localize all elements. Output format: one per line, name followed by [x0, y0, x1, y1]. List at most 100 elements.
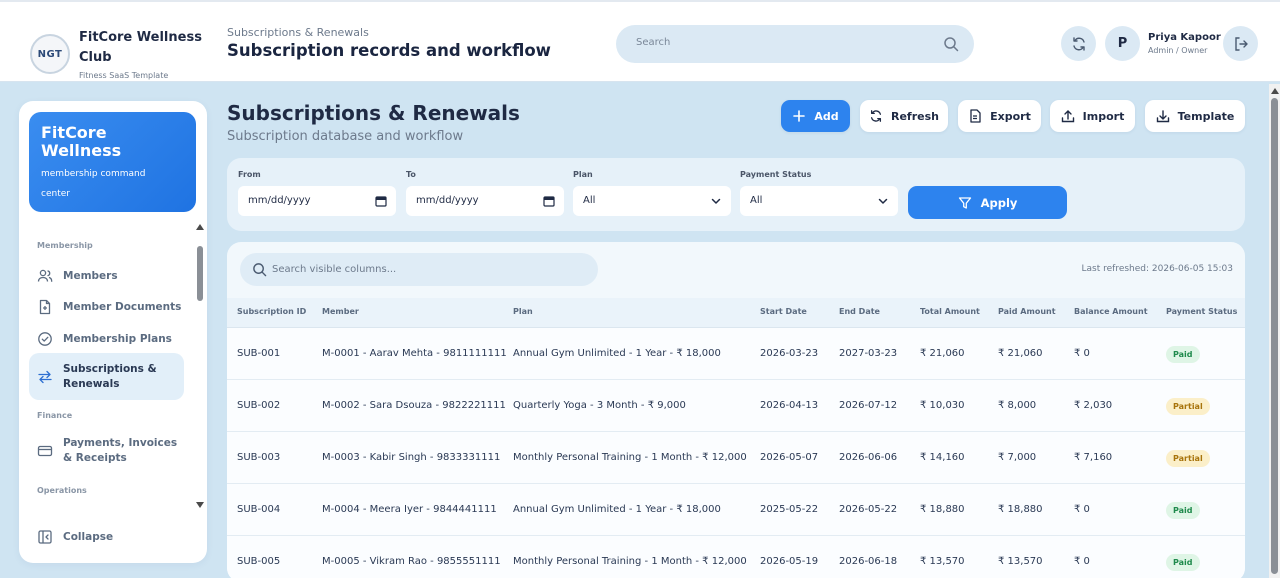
panel-subtitle: Subscription database and workflow	[227, 129, 464, 144]
refresh-icon	[1072, 36, 1085, 51]
logout-icon	[1234, 36, 1248, 51]
cell-paid-amount: ₹ 8,000	[998, 400, 1037, 411]
cell-balance-amount: ₹ 0	[1074, 556, 1090, 567]
cell-plan: Annual Gym Unlimited - 1 Year - ₹ 18,000	[513, 504, 721, 515]
cell-subscription-id: SUB-003	[237, 452, 281, 463]
column-header[interactable]: Start Date	[760, 307, 807, 316]
column-header[interactable]: Subscription ID	[237, 307, 306, 316]
cell-member: M-0002 - Sara Dsouza - 9822221111	[322, 400, 506, 411]
column-header[interactable]: End Date	[839, 307, 880, 316]
payment-status-filter-select[interactable]: All	[740, 186, 898, 216]
sync-button[interactable]	[1061, 26, 1096, 61]
cell-subscription-id: SUB-004	[237, 504, 281, 515]
cell-paid-amount: ₹ 18,880	[998, 504, 1043, 515]
column-header[interactable]: Total Amount	[920, 307, 980, 316]
column-header[interactable]: Balance Amount	[1074, 307, 1148, 316]
calendar-icon[interactable]	[375, 195, 387, 207]
sidebar-collapse-button[interactable]: Collapse	[29, 524, 184, 550]
table-row[interactable]: SUB-001 M-0001 - Aarav Mehta - 981111111…	[227, 328, 1245, 380]
sidebar-collapse-label: Collapse	[63, 530, 114, 543]
sidebar-item-label: Payments, Invoices & Receipts	[63, 437, 178, 464]
swap-arrows-icon	[38, 370, 52, 383]
cell-member: M-0004 - Meera Iyer - 9844441111	[322, 504, 497, 515]
cell-end-date: 2026-05-22	[839, 504, 898, 515]
cell-plan: Monthly Personal Training - 1 Month - ₹ …	[513, 452, 747, 463]
column-header[interactable]: Payment Status	[1166, 307, 1237, 316]
chevron-down-icon	[878, 198, 888, 204]
logout-button[interactable]	[1223, 26, 1258, 61]
table-row[interactable]: SUB-005 M-0005 - Vikram Rao - 9855551111…	[227, 536, 1245, 578]
table-row[interactable]: SUB-003 M-0003 - Kabir Singh - 983333111…	[227, 432, 1245, 484]
export-button-label: Export	[990, 109, 1031, 123]
template-button[interactable]: Template	[1145, 100, 1245, 132]
add-button[interactable]: Add	[781, 100, 850, 132]
column-header[interactable]: Paid Amount	[998, 307, 1056, 316]
column-header[interactable]: Plan	[513, 307, 533, 316]
subscriptions-table-card: Search visible columns... Last refreshed…	[227, 242, 1245, 578]
page-title: Subscription records and workflow	[227, 41, 551, 60]
cell-balance-amount: ₹ 7,160	[1074, 452, 1113, 463]
cell-subscription-id: SUB-002	[237, 400, 281, 411]
to-date-label: To	[406, 170, 416, 179]
cell-plan: Annual Gym Unlimited - 1 Year - ₹ 18,000	[513, 348, 721, 359]
page-scroll-up-arrow[interactable]	[1271, 88, 1279, 94]
sidebar-section-operations: Operations	[37, 486, 87, 495]
from-date-value: mm/dd/yyyy	[248, 195, 311, 206]
global-search-input[interactable]: Search	[616, 25, 974, 63]
table-row[interactable]: SUB-004 M-0004 - Meera Iyer - 9844441111…	[227, 484, 1245, 536]
users-icon	[37, 269, 53, 282]
cell-total-amount: ₹ 10,030	[920, 400, 965, 411]
sidebar-item-subscriptions-renewals[interactable]: Subscriptions & Renewals	[29, 353, 184, 400]
sidebar-item-label: Subscriptions & Renewals	[63, 362, 157, 390]
chevron-down-icon	[711, 198, 721, 204]
column-header[interactable]: Member	[322, 307, 359, 316]
template-button-label: Template	[1177, 109, 1235, 123]
status-badge: Partial	[1166, 450, 1210, 467]
document-icon	[39, 299, 51, 315]
filter-icon	[958, 196, 971, 209]
sidebar-scroll-up-arrow[interactable]	[196, 224, 204, 230]
cell-balance-amount: ₹ 2,030	[1074, 400, 1113, 411]
sidebar-section-finance: Finance	[37, 411, 73, 420]
panel-title: Subscriptions & Renewals	[227, 101, 520, 125]
sidebar-scroll-down-arrow[interactable]	[196, 502, 204, 508]
sidebar-hero-card: FitCore Wellness membership command cent…	[29, 112, 196, 212]
sidebar-item-label: Member Documents	[63, 300, 182, 313]
search-icon	[253, 263, 267, 277]
filter-bar: From mm/dd/yyyy To mm/dd/yyyy Plan All P…	[227, 158, 1245, 231]
card-icon	[37, 445, 53, 457]
import-button[interactable]: Import	[1050, 100, 1135, 132]
plan-filter-value: All	[583, 195, 596, 206]
sidebar-item-members[interactable]: Members	[29, 263, 184, 289]
table-row[interactable]: SUB-002 M-0002 - Sara Dsouza - 982222111…	[227, 380, 1245, 432]
from-date-label: From	[238, 170, 261, 179]
brand-name: FitCore Wellness Club	[79, 30, 202, 65]
status-badge: Paid	[1166, 502, 1200, 519]
from-date-input[interactable]: mm/dd/yyyy	[238, 186, 396, 216]
sidebar: FitCore Wellness membership command cent…	[19, 101, 207, 563]
cell-start-date: 2026-04-13	[760, 400, 819, 411]
page-scrollbar[interactable]	[1269, 84, 1280, 578]
sidebar-item-membership-plans[interactable]: Membership Plans	[29, 326, 184, 352]
plan-filter-select[interactable]: All	[573, 186, 731, 216]
cell-balance-amount: ₹ 0	[1074, 504, 1090, 515]
user-role: Admin / Owner	[1148, 46, 1208, 55]
cell-plan: Monthly Personal Training - 1 Month - ₹ …	[513, 556, 747, 567]
payment-status-filter-value: All	[750, 195, 763, 206]
sidebar-scrollbar-thumb[interactable]	[197, 246, 203, 301]
cell-paid-amount: ₹ 7,000	[998, 452, 1037, 463]
apply-filter-button[interactable]: Apply	[908, 186, 1067, 219]
to-date-input[interactable]: mm/dd/yyyy	[406, 186, 564, 216]
export-button[interactable]: Export	[958, 100, 1041, 132]
breadcrumb: Subscriptions & Renewals	[227, 26, 369, 39]
cell-plan: Quarterly Yoga - 3 Month - ₹ 9,000	[513, 400, 686, 411]
user-avatar[interactable]: P	[1105, 26, 1140, 61]
sidebar-item-payments[interactable]: Payments, Invoices & Receipts	[29, 429, 184, 473]
cell-start-date: 2026-05-19	[760, 556, 819, 567]
calendar-icon[interactable]	[543, 195, 555, 207]
refresh-button[interactable]: Refresh	[860, 100, 948, 132]
cell-start-date: 2026-03-23	[760, 348, 819, 359]
sidebar-item-member-documents[interactable]: Member Documents	[29, 294, 184, 320]
table-search-input[interactable]: Search visible columns...	[240, 253, 598, 286]
page-scrollbar-thumb[interactable]	[1271, 98, 1278, 574]
